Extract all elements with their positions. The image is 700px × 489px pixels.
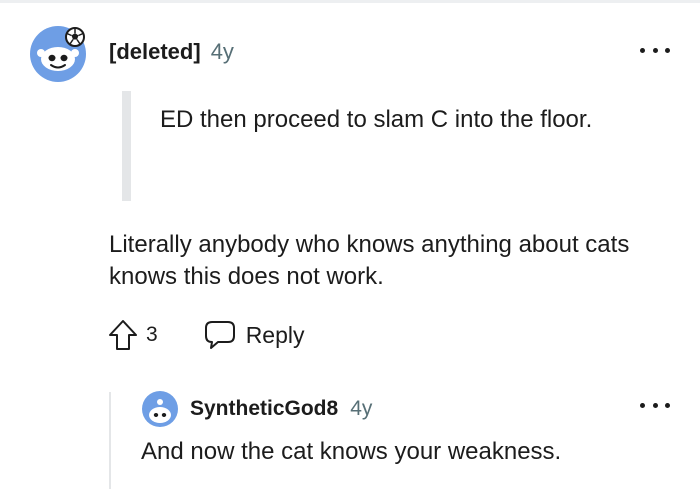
comment-meta: [deleted] 4y xyxy=(109,38,234,66)
comment-more-options-button[interactable] xyxy=(640,42,670,58)
snoo-avatar-icon[interactable] xyxy=(28,24,88,84)
top-divider xyxy=(0,0,700,3)
upvote-arrow-icon xyxy=(109,320,137,350)
more-options-icon xyxy=(640,47,645,53)
reply-more-options-button[interactable] xyxy=(640,397,670,413)
more-options-icon-dot xyxy=(665,47,670,53)
more-options-icon-dot xyxy=(665,402,670,408)
comment-age[interactable]: 4y xyxy=(211,39,234,65)
more-options-icon-dot xyxy=(652,402,658,408)
reply-author[interactable]: SyntheticGod8 xyxy=(190,397,338,421)
reply-body: And now the cat knows your weakness. xyxy=(141,438,562,465)
upvote-button[interactable]: 3 xyxy=(108,319,158,351)
blockquote-text: ED then proceed to slam C into the floor… xyxy=(160,106,593,133)
reply-label: Reply xyxy=(245,321,305,348)
speech-bubble-icon xyxy=(204,321,235,349)
reply-age[interactable]: 4y xyxy=(350,397,372,421)
vote-count: 3 xyxy=(146,323,158,346)
more-options-icon-dot xyxy=(652,47,658,53)
comment-author[interactable]: [deleted] xyxy=(109,39,201,65)
reply-button[interactable]: Reply xyxy=(204,320,305,350)
comment-actions: 3 Reply xyxy=(108,318,305,352)
snoo-avatar-icon[interactable] xyxy=(141,390,179,428)
comment-body: Literally anybody who knows anything abo… xyxy=(109,231,630,290)
reply-meta: SyntheticGod8 4y xyxy=(190,396,372,422)
more-options-icon xyxy=(640,402,645,408)
blockquote-bar xyxy=(122,91,131,201)
thread-line[interactable] xyxy=(109,392,111,489)
